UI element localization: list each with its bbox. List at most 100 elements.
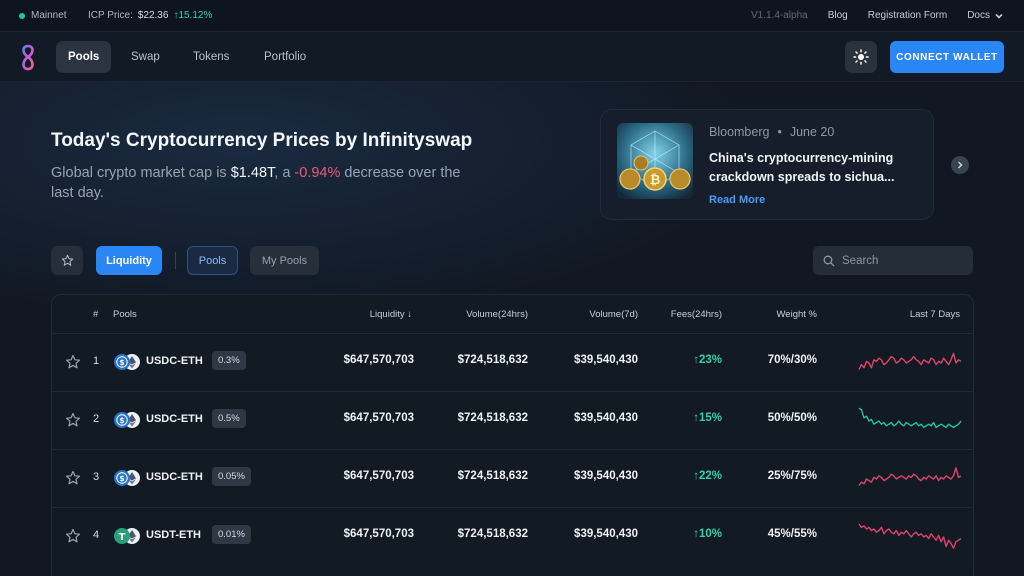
- favorites-filter-button[interactable]: [51, 246, 83, 275]
- fee-tier-badge: 0.05%: [212, 467, 251, 486]
- liquidity-value: $647,570,703: [343, 470, 414, 482]
- fee-tier-badge: 0.5%: [212, 409, 246, 428]
- volume-7d-value: $39,540,430: [574, 470, 638, 482]
- fees-24h-percent: 10%: [698, 528, 722, 540]
- news-separator: •: [777, 125, 782, 139]
- news-card[interactable]: ₿ Bloomberg • June 20 China's cryptocurr…: [600, 109, 934, 220]
- search-box[interactable]: [813, 246, 973, 275]
- row-index: 1: [93, 355, 100, 367]
- last-7-days-sparkline: [858, 523, 962, 549]
- registration-form-link[interactable]: Registration Form: [868, 10, 947, 21]
- nav-tab-swap[interactable]: Swap: [119, 41, 172, 73]
- blog-link[interactable]: Blog: [828, 10, 848, 21]
- header-liquidity[interactable]: Liquidity ↓: [370, 309, 412, 320]
- chevron-right-icon: [957, 161, 963, 169]
- nav-tab-portfolio[interactable]: Portfolio: [252, 41, 318, 73]
- news-thumbnail: ₿: [617, 123, 693, 199]
- docs-label: Docs: [967, 10, 990, 21]
- usdt-eth-token-icons: T: [114, 528, 140, 544]
- infinityswap-logo-icon[interactable]: [18, 44, 38, 71]
- my-pools-filter-button[interactable]: My Pools: [250, 246, 319, 275]
- search-icon: [823, 255, 835, 266]
- network-name: Mainnet: [31, 10, 67, 21]
- star-outline-icon: [61, 254, 73, 266]
- news-next-button[interactable]: [951, 156, 969, 174]
- market-change-value: -0.94%: [294, 165, 341, 181]
- pool-pair-name[interactable]: USDC-ETH: [146, 413, 203, 425]
- pool-pair-name[interactable]: USDC-ETH: [146, 355, 203, 367]
- favorite-star-icon[interactable]: [65, 412, 81, 428]
- fees-24h-value: ↑22%: [693, 470, 722, 482]
- volume-24h-value: $724,518,632: [457, 412, 528, 424]
- row-index: 4: [93, 529, 100, 541]
- last-7-days-sparkline: [858, 467, 962, 486]
- news-meta: Bloomberg • June 20: [709, 125, 834, 139]
- sparkline-path: [858, 407, 962, 429]
- svg-text:₿: ₿: [650, 173, 661, 188]
- nav-tab-pools[interactable]: Pools: [56, 41, 112, 73]
- sparkline-path: [858, 467, 962, 486]
- theme-toggle-button[interactable]: [845, 41, 877, 73]
- network-status-dot: [19, 12, 25, 19]
- liquidity-filter-button[interactable]: Liquidity: [96, 246, 162, 275]
- fee-tier-badge: 0.01%: [212, 525, 251, 544]
- fees-24h-percent: 23%: [698, 354, 722, 366]
- fees-24h-value: ↑23%: [693, 354, 722, 366]
- market-summary: Global crypto market cap is $1.48T, a -0…: [51, 163, 481, 203]
- filter-divider: [175, 252, 176, 269]
- weight-value: 25%/75%: [767, 470, 817, 482]
- docs-menu[interactable]: Docs: [967, 10, 1004, 21]
- favorite-star-icon[interactable]: [65, 470, 81, 486]
- app-version: V1.1.4-alpha: [751, 10, 808, 21]
- row-index: 2: [93, 413, 100, 425]
- header-weight[interactable]: Weight %: [777, 309, 817, 320]
- news-headline[interactable]: China's cryptocurrency-mining crackdown …: [709, 149, 919, 187]
- volume-24h-value: $724,518,632: [457, 528, 528, 540]
- header-volume-7d[interactable]: Volume(7d): [589, 309, 638, 320]
- header-fees-24h[interactable]: Fees(24hrs): [671, 309, 722, 320]
- connect-wallet-button[interactable]: CONNECT WALLET: [890, 41, 1004, 73]
- icp-price-value: $22.36: [137, 10, 169, 21]
- fees-24h-percent: 15%: [698, 412, 722, 424]
- table-row[interactable]: 2 $ USDC-ETH 0.5% $647,570,703 $724,518,…: [52, 391, 973, 449]
- favorite-star-icon[interactable]: [65, 354, 81, 370]
- market-summary-prefix: Global crypto market cap is: [51, 165, 231, 181]
- pool-pair-name[interactable]: USDT-ETH: [146, 529, 201, 541]
- search-input[interactable]: [842, 254, 962, 267]
- svg-text:$: $: [119, 474, 124, 483]
- weight-value: 45%/55%: [767, 528, 817, 540]
- fees-24h-value: ↑15%: [693, 412, 722, 424]
- table-row[interactable]: 3 $ USDC-ETH 0.05% $647,570,703 $724,518…: [52, 449, 973, 507]
- main-navigation: Pools Swap Tokens Portfolio CONNECT WALL…: [0, 32, 1024, 82]
- chevron-down-icon: [995, 13, 1003, 19]
- top-status-bar: Mainnet ICP Price: $22.36 ↑15.12% V1.1.4…: [0, 0, 1024, 32]
- weight-value: 70%/30%: [767, 354, 817, 366]
- favorite-star-icon[interactable]: [65, 528, 81, 544]
- sparkline-path: [858, 523, 962, 549]
- volume-7d-value: $39,540,430: [574, 354, 638, 366]
- fees-24h-value: ↑10%: [693, 528, 722, 540]
- table-row[interactable]: 4 T USDT-ETH 0.01% $647,570,703 $724,518…: [52, 507, 973, 565]
- read-more-link[interactable]: Read More: [709, 194, 765, 206]
- weight-value: 50%/50%: [767, 412, 817, 424]
- nav-tab-tokens[interactable]: Tokens: [181, 41, 241, 73]
- header-pools[interactable]: Pools: [113, 309, 137, 320]
- news-date: June 20: [789, 125, 835, 139]
- last-7-days-sparkline: [858, 407, 962, 429]
- sparkline-path: [858, 352, 962, 370]
- svg-text:$: $: [119, 416, 124, 425]
- pools-filter-button[interactable]: Pools: [187, 246, 238, 275]
- volume-24h-value: $724,518,632: [457, 354, 528, 366]
- pool-pair-name[interactable]: USDC-ETH: [146, 471, 203, 483]
- svg-text:$: $: [119, 358, 124, 367]
- table-row[interactable]: 1 $ USDC-ETH 0.3% $647,570,703 $724,518,…: [52, 333, 973, 391]
- usdc-eth-token-icons: $: [114, 470, 140, 486]
- volume-24h-value: $724,518,632: [457, 470, 528, 482]
- pools-table: # Pools Liquidity ↓ Volume(24hrs) Volume…: [51, 294, 974, 576]
- page-title: Today's Cryptocurrency Prices by Infinit…: [51, 130, 473, 151]
- svg-text:T: T: [119, 532, 126, 543]
- usdc-eth-token-icons: $: [114, 412, 140, 428]
- volume-7d-value: $39,540,430: [574, 412, 638, 424]
- fee-tier-badge: 0.3%: [212, 351, 246, 370]
- header-volume-24h[interactable]: Volume(24hrs): [466, 309, 528, 320]
